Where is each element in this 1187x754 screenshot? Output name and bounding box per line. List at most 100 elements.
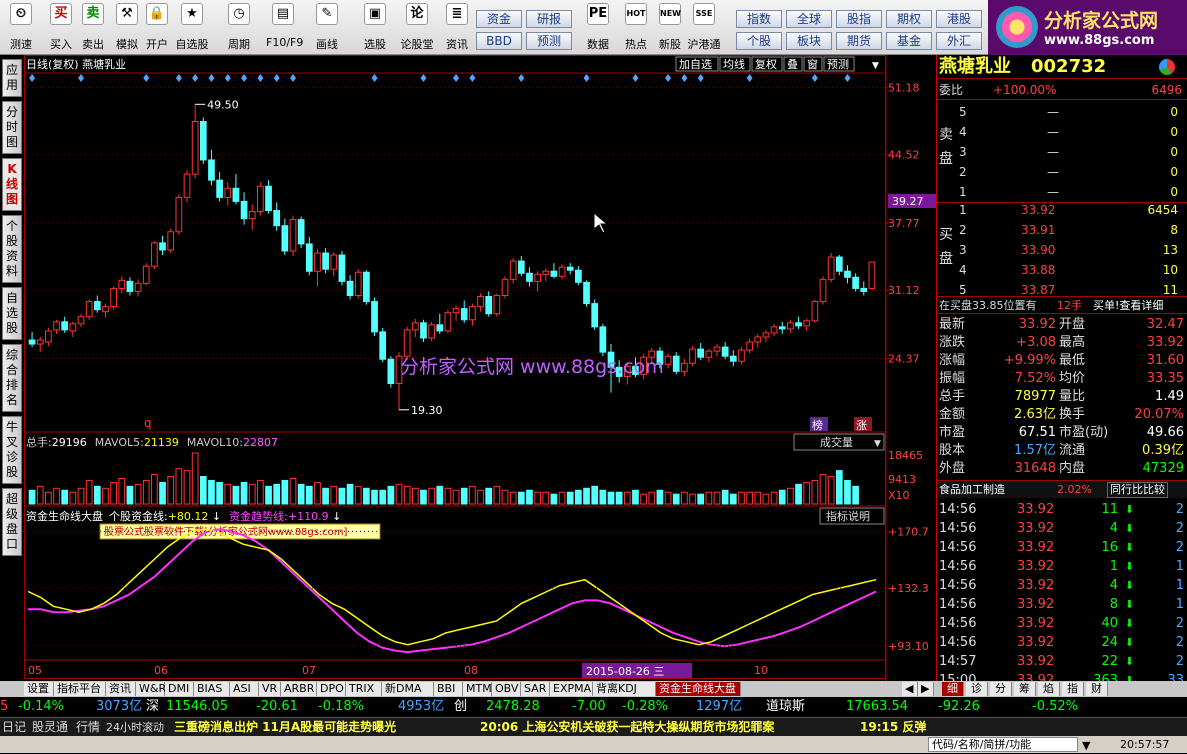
left-tab-3[interactable]: 个股资料 bbox=[2, 215, 22, 283]
toolbar-hk-button[interactable]: SSE 沪港通 bbox=[686, 3, 722, 53]
volume-bar bbox=[819, 474, 827, 505]
candle bbox=[240, 200, 248, 220]
quote-subtab-3[interactable]: 筹 bbox=[1014, 682, 1036, 696]
left-tab-6[interactable]: 牛叉诊股 bbox=[2, 416, 22, 484]
quick-button-1[interactable]: 研报 bbox=[526, 10, 572, 28]
left-tab-2[interactable]: K线图 bbox=[2, 158, 22, 211]
indicator-tab-7[interactable]: VR bbox=[259, 682, 281, 696]
tick-time: 14:56 bbox=[939, 540, 977, 555]
toolbar-sell-button[interactable]: 卖卖出 bbox=[76, 3, 110, 53]
pie-chart-icon[interactable] bbox=[1159, 59, 1175, 75]
market-button-9[interactable]: 外汇 bbox=[936, 32, 982, 50]
market-button-6[interactable]: 板块 bbox=[786, 32, 832, 50]
quick-button-3[interactable]: 预测 bbox=[526, 32, 572, 50]
indicator-tab-16[interactable]: EXPMA bbox=[550, 682, 593, 696]
quote-subtab-0[interactable]: 细 bbox=[942, 682, 964, 696]
left-tab-7[interactable]: 超级盘口 bbox=[2, 488, 22, 556]
toolbar-pe-button[interactable]: PE 数据 bbox=[580, 3, 616, 53]
indicator-tab-1[interactable]: 指标平台 bbox=[54, 682, 106, 696]
flower-logo-icon bbox=[996, 6, 1038, 48]
volume-bar bbox=[363, 487, 370, 505]
indicator-tab-9[interactable]: DPO bbox=[317, 682, 346, 696]
tick-count: 1 bbox=[1175, 578, 1184, 593]
left-tab-4[interactable]: 自选股 bbox=[2, 287, 22, 340]
toolbar-clock-button[interactable]: ⏲ 测速 bbox=[4, 3, 38, 53]
quote-subtab-5[interactable]: 指 bbox=[1062, 682, 1084, 696]
left-tab-5[interactable]: 综合排名 bbox=[2, 344, 22, 412]
volume-bar bbox=[648, 491, 656, 505]
candle bbox=[558, 266, 566, 277]
industry-row[interactable]: 食品加工制造 2.02% 同行比比较 bbox=[937, 480, 1187, 498]
toolbar-newstock-button[interactable]: NEW 新股 bbox=[652, 3, 688, 53]
market-button-3[interactable]: 期权 bbox=[886, 10, 932, 28]
ticker-diary-button[interactable]: 日记 bbox=[2, 718, 26, 737]
market-button-1[interactable]: 全球 bbox=[786, 10, 832, 28]
indicator-tab-5[interactable]: BIAS bbox=[194, 682, 230, 696]
toolbar-hot-button[interactable]: HOT 热点 bbox=[618, 3, 654, 53]
market-button-2[interactable]: 股指 bbox=[836, 10, 882, 28]
market-button-4[interactable]: 港股 bbox=[936, 10, 982, 28]
price-tick-label: 44.52 bbox=[888, 149, 920, 162]
left-tab-1[interactable]: 分时图 bbox=[2, 101, 22, 154]
indicator-tab-3[interactable]: W&R bbox=[136, 682, 166, 696]
chart-svg[interactable]: 日线(复权) 燕塘乳业 加自选 均线 复权叠窗预测 ▼ 51.18 44.52 37.77… bbox=[24, 55, 936, 681]
indicator-tab-18[interactable]: 资金生命线大盘 bbox=[656, 682, 741, 696]
ticker-gulingtong-button[interactable]: 股灵通 bbox=[32, 718, 68, 737]
toolbar-news-button[interactable]: ≣ 资讯 bbox=[440, 3, 474, 53]
volume-bar bbox=[134, 483, 142, 505]
ticker-news-2[interactable]: 20:06 上海公安机关破获一起特大操纵期货市场犯罪案 bbox=[480, 718, 774, 737]
tab-scroll-left-icon[interactable]: ◀ bbox=[902, 682, 918, 696]
indicator-tab-11[interactable]: 新DMA bbox=[382, 682, 434, 696]
industry-compare-button[interactable]: 同行比比较 bbox=[1107, 482, 1168, 498]
toolbar-lock-button[interactable]: 🔒 开户 bbox=[140, 3, 174, 53]
toolbar-f10-button[interactable]: ▤ F10/F9 bbox=[266, 3, 303, 53]
toolbar-screen-button[interactable]: ▣ 选股 bbox=[358, 3, 392, 53]
toolbar-pen-button[interactable]: ✎ 画线 bbox=[310, 3, 344, 53]
ticker-24h-button[interactable]: 24小时滚动 bbox=[106, 718, 164, 737]
ticker-news-3[interactable]: 19:15 反弹 bbox=[860, 718, 926, 737]
inbuy-row[interactable]: 在买盘33.85位置有 12手 买单!查看详细 bbox=[937, 296, 1187, 314]
market-button-0[interactable]: 指数 bbox=[736, 10, 782, 28]
volume-bar bbox=[550, 493, 558, 505]
ticker-news-1[interactable]: 三重磅消息出炉 11月A股最可能走势曝光 bbox=[174, 718, 396, 737]
search-dropdown-icon[interactable]: ▼ bbox=[1082, 737, 1090, 754]
toolbar-buy-button[interactable]: 买买入 bbox=[44, 3, 78, 53]
quick-button-0[interactable]: 资金 bbox=[476, 10, 522, 28]
candle bbox=[566, 266, 574, 271]
inbuy-detail-link[interactable]: 买单!查看详细 bbox=[1093, 297, 1163, 315]
tick-count: 1 bbox=[1175, 559, 1184, 574]
chart-menu-chevron-icon[interactable]: ▼ bbox=[872, 61, 879, 71]
indicator-tab-12[interactable]: BBI bbox=[434, 682, 463, 696]
indicator-tab-13[interactable]: MTM bbox=[463, 682, 492, 696]
market-button-8[interactable]: 基金 bbox=[886, 32, 932, 50]
toolbar-star-button[interactable]: ★ 自选股 bbox=[175, 3, 209, 53]
indicator-tab-8[interactable]: ARBR bbox=[281, 682, 317, 696]
market-button-5[interactable]: 个股 bbox=[736, 32, 782, 50]
quick-button-2[interactable]: BBD bbox=[476, 32, 522, 50]
indicator-tab-6[interactable]: ASI bbox=[230, 682, 259, 696]
quote-subtab-6[interactable]: 财 bbox=[1086, 682, 1108, 696]
price-tick-label: 31.12 bbox=[888, 284, 920, 297]
search-input[interactable]: 代码/名称/简拼/功能 bbox=[928, 737, 1078, 752]
quote-subtab-1[interactable]: 诊 bbox=[966, 682, 988, 696]
indicator-tab-10[interactable]: TRIX bbox=[346, 682, 382, 696]
toolbar-cycle-button[interactable]: ◷ 周期 bbox=[222, 3, 256, 53]
toolbar-forum-button[interactable]: 论论股堂 bbox=[400, 3, 434, 53]
quote-subtab-2[interactable]: 分 bbox=[990, 682, 1012, 696]
indicator-tab-17[interactable]: 背离KDJ bbox=[593, 682, 656, 696]
quote-subtab-4[interactable]: 焰 bbox=[1038, 682, 1060, 696]
indicator-tab-2[interactable]: 资讯 bbox=[106, 682, 136, 696]
left-tab-0[interactable]: 应用 bbox=[2, 59, 22, 97]
tab-scroll-right-icon[interactable]: ▶ bbox=[918, 682, 934, 696]
ticker-quote-button[interactable]: 行情 bbox=[76, 718, 100, 737]
market-button-7[interactable]: 期货 bbox=[836, 32, 882, 50]
candle bbox=[199, 121, 207, 161]
indicator-tab-14[interactable]: OBV bbox=[492, 682, 521, 696]
volume-bar bbox=[526, 489, 533, 505]
indicator-tab-0[interactable]: 设置 bbox=[24, 682, 54, 696]
kline-chart-area[interactable]: 日线(复权) 燕塘乳业 加自选 均线 复权叠窗预测 ▼ 51.18 44.52 37.77… bbox=[24, 55, 936, 681]
toolbar-hammer-button[interactable]: ⚒ 模拟 bbox=[110, 3, 144, 53]
indicator-tab-15[interactable]: SAR bbox=[521, 682, 550, 696]
stat-row: 振幅 7.52% 均价 33.35 bbox=[937, 370, 1187, 388]
indicator-tab-4[interactable]: DMI bbox=[165, 682, 194, 696]
